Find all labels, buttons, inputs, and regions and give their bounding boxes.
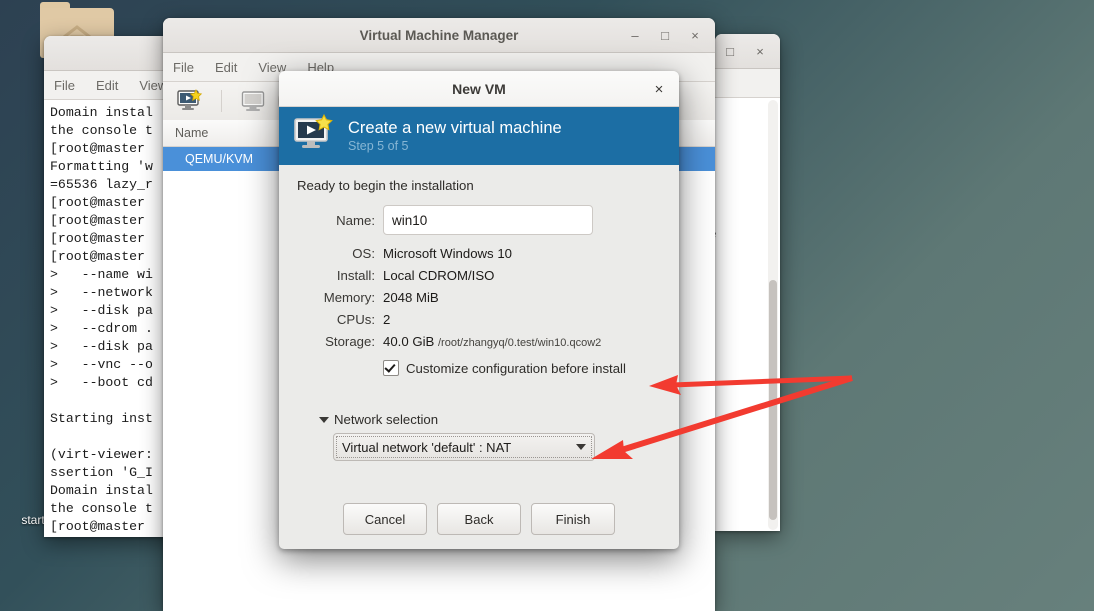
- os-value: Microsoft Windows 10: [383, 246, 512, 261]
- storage-path: /root/zhangyq/0.test/win10.qcow2: [438, 337, 602, 349]
- cpus-value: 2: [383, 312, 391, 327]
- terminal-right-body[interactable]: r_size ync: a: [715, 98, 780, 531]
- terminal-window-right[interactable]: □ × r_size ync: a: [715, 34, 780, 531]
- banner-heading: Create a new virtual machine: [348, 118, 562, 137]
- new-vm-dialog[interactable]: New VM × Create a new virtual machine St…: [279, 71, 679, 549]
- customize-checkbox[interactable]: [383, 360, 399, 376]
- customize-checkbox-row[interactable]: Customize configuration before install: [383, 360, 661, 376]
- ready-text: Ready to begin the installation: [297, 178, 474, 193]
- chevron-down-icon: [319, 416, 329, 423]
- storage-row: Storage: 40.0 GiB /root/zhangyq/0.test/w…: [297, 334, 661, 349]
- network-selection-expander[interactable]: Network selection: [319, 412, 661, 427]
- dialog-title: New VM: [452, 80, 506, 97]
- maximize-icon[interactable]: □: [651, 21, 679, 49]
- dialog-titlebar[interactable]: New VM ×: [279, 71, 679, 107]
- scrollbar-thumb[interactable]: [769, 280, 777, 520]
- name-label: Name:: [336, 212, 375, 228]
- chevron-down-icon: [576, 444, 586, 450]
- close-icon[interactable]: ×: [746, 37, 774, 65]
- desktop-icon-start[interactable]: start.: [2, 511, 48, 527]
- banner-text: Create a new virtual machine Step 5 of 5: [348, 118, 562, 155]
- customize-checkbox-label: Customize configuration before install: [406, 360, 626, 376]
- menu-file[interactable]: File: [173, 60, 194, 75]
- name-field-row: Name:: [297, 205, 661, 235]
- minimize-icon[interactable]: –: [621, 21, 649, 49]
- os-label: OS:: [352, 246, 375, 261]
- open-vm-icon[interactable]: [236, 86, 270, 116]
- os-row: OS: Microsoft Windows 10: [297, 246, 661, 261]
- cancel-button[interactable]: Cancel: [343, 503, 427, 535]
- banner-step: Step 5 of 5: [348, 138, 409, 153]
- network-select[interactable]: Virtual network 'default' : NAT: [333, 433, 595, 461]
- vmm-row-label: QEMU/KVM: [185, 152, 254, 166]
- menu-edit[interactable]: Edit: [96, 78, 118, 93]
- storage-size: 40.0 GiB: [383, 334, 435, 349]
- maximize-icon[interactable]: □: [716, 37, 744, 65]
- terminal-right-scrollbar[interactable]: [768, 100, 778, 530]
- desktop-root: 03.tc start. □ × r_size ync: a File Edit: [0, 0, 1094, 611]
- storage-value: 40.0 GiB /root/zhangyq/0.test/win10.qcow…: [383, 334, 601, 349]
- new-vm-icon: [293, 113, 337, 159]
- storage-label: Storage:: [325, 334, 375, 349]
- cpus-label: CPUs:: [336, 312, 375, 327]
- cpus-row: CPUs: 2: [297, 312, 661, 327]
- vmm-titlebar[interactable]: Virtual Machine Manager – □ ×: [163, 18, 715, 53]
- network-select-value: Virtual network 'default' : NAT: [342, 439, 512, 455]
- dialog-banner: Create a new virtual machine Step 5 of 5: [279, 107, 679, 165]
- finish-button[interactable]: Finish: [531, 503, 615, 535]
- install-label: Install:: [336, 268, 375, 283]
- toolbar-separator: [221, 90, 222, 112]
- close-icon[interactable]: ×: [681, 21, 709, 49]
- back-button[interactable]: Back: [437, 503, 521, 535]
- dialog-content: Ready to begin the installation Name: OS…: [279, 165, 679, 461]
- install-row: Install: Local CDROM/ISO: [297, 268, 661, 283]
- name-input[interactable]: [383, 205, 593, 235]
- desktop-icon-start-label: start.: [21, 513, 48, 527]
- close-icon[interactable]: ×: [649, 79, 669, 99]
- terminal-right-menubar[interactable]: [715, 69, 780, 98]
- install-value: Local CDROM/ISO: [383, 268, 495, 283]
- menu-edit[interactable]: Edit: [215, 60, 237, 75]
- new-vm-icon[interactable]: [173, 86, 207, 116]
- network-selection-label: Network selection: [334, 412, 439, 427]
- column-header-name: Name: [175, 126, 209, 140]
- dialog-button-bar: Cancel Back Finish: [279, 503, 679, 535]
- memory-label: Memory:: [323, 290, 375, 305]
- memory-row: Memory: 2048 MiB: [297, 290, 661, 305]
- memory-value: 2048 MiB: [383, 290, 439, 305]
- menu-file[interactable]: File: [54, 78, 75, 93]
- terminal-right-titlebar[interactable]: □ ×: [715, 34, 780, 69]
